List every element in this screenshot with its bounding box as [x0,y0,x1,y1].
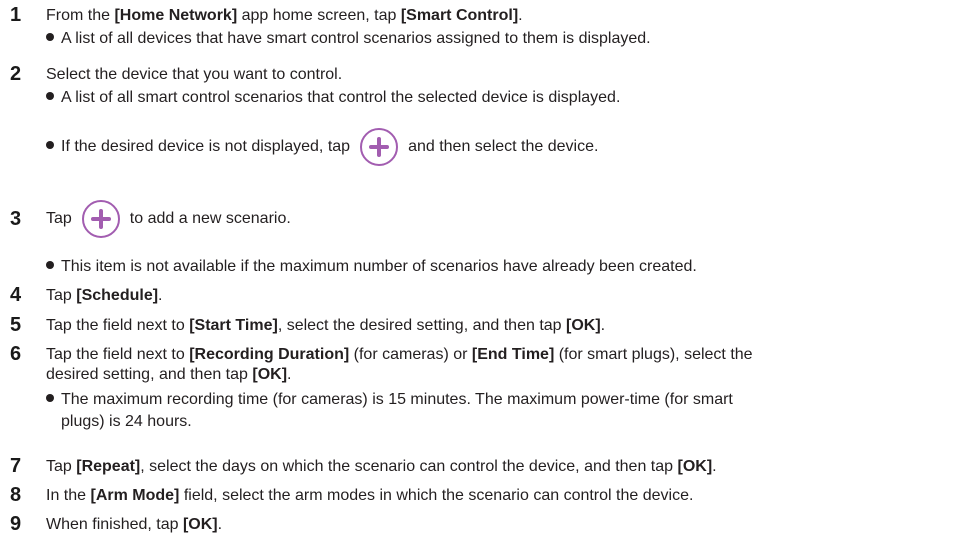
step-number: 8 [10,484,22,506]
plus-circle-icon [360,127,399,166]
step-text: Tap the field next to [Recording Duratio… [46,346,753,363]
step-number: 6 [10,343,22,365]
step-number: 4 [10,284,22,306]
plus-circle-icon [81,199,120,238]
step-text: Select the device that you want to contr… [46,66,343,83]
step-text-continued: desired setting, and then tap [OK]. [46,366,292,383]
bullet-continued: plugs) is 24 hours. [61,413,192,430]
step-number: 5 [10,314,22,336]
step-text: When finished, tap [OK]. [46,516,223,533]
step-number: 2 [10,63,22,85]
bullet-item: A list of all devices that have smart co… [46,29,651,49]
step-number: 9 [10,513,22,535]
bullet-item: A list of all smart control scenarios th… [46,88,620,108]
step-text: Tap [Schedule]. [46,287,163,304]
bullet-icon [46,33,54,41]
bullet-icon [46,92,54,100]
bullet-item: The maximum recording time (for cameras)… [46,390,733,410]
step-text: Tap the field next to [Start Time], sele… [46,317,606,334]
step-text: In the [Arm Mode] field, select the arm … [46,487,694,504]
bullet-icon [46,261,54,269]
bullet-item: If the desired device is not displayed, … [46,127,598,167]
step-number: 1 [10,4,22,26]
bullet-icon [46,394,54,402]
step-text: From the [Home Network] app home screen,… [46,7,523,24]
step-text: Tap to add a new scenario. [46,199,291,239]
step-text: Tap [Repeat], select the days on which t… [46,458,717,475]
bullet-icon [46,141,54,149]
step-number: 3 [10,208,22,230]
step-number: 7 [10,455,22,477]
bullet-item: This item is not available if the maximu… [46,257,697,277]
